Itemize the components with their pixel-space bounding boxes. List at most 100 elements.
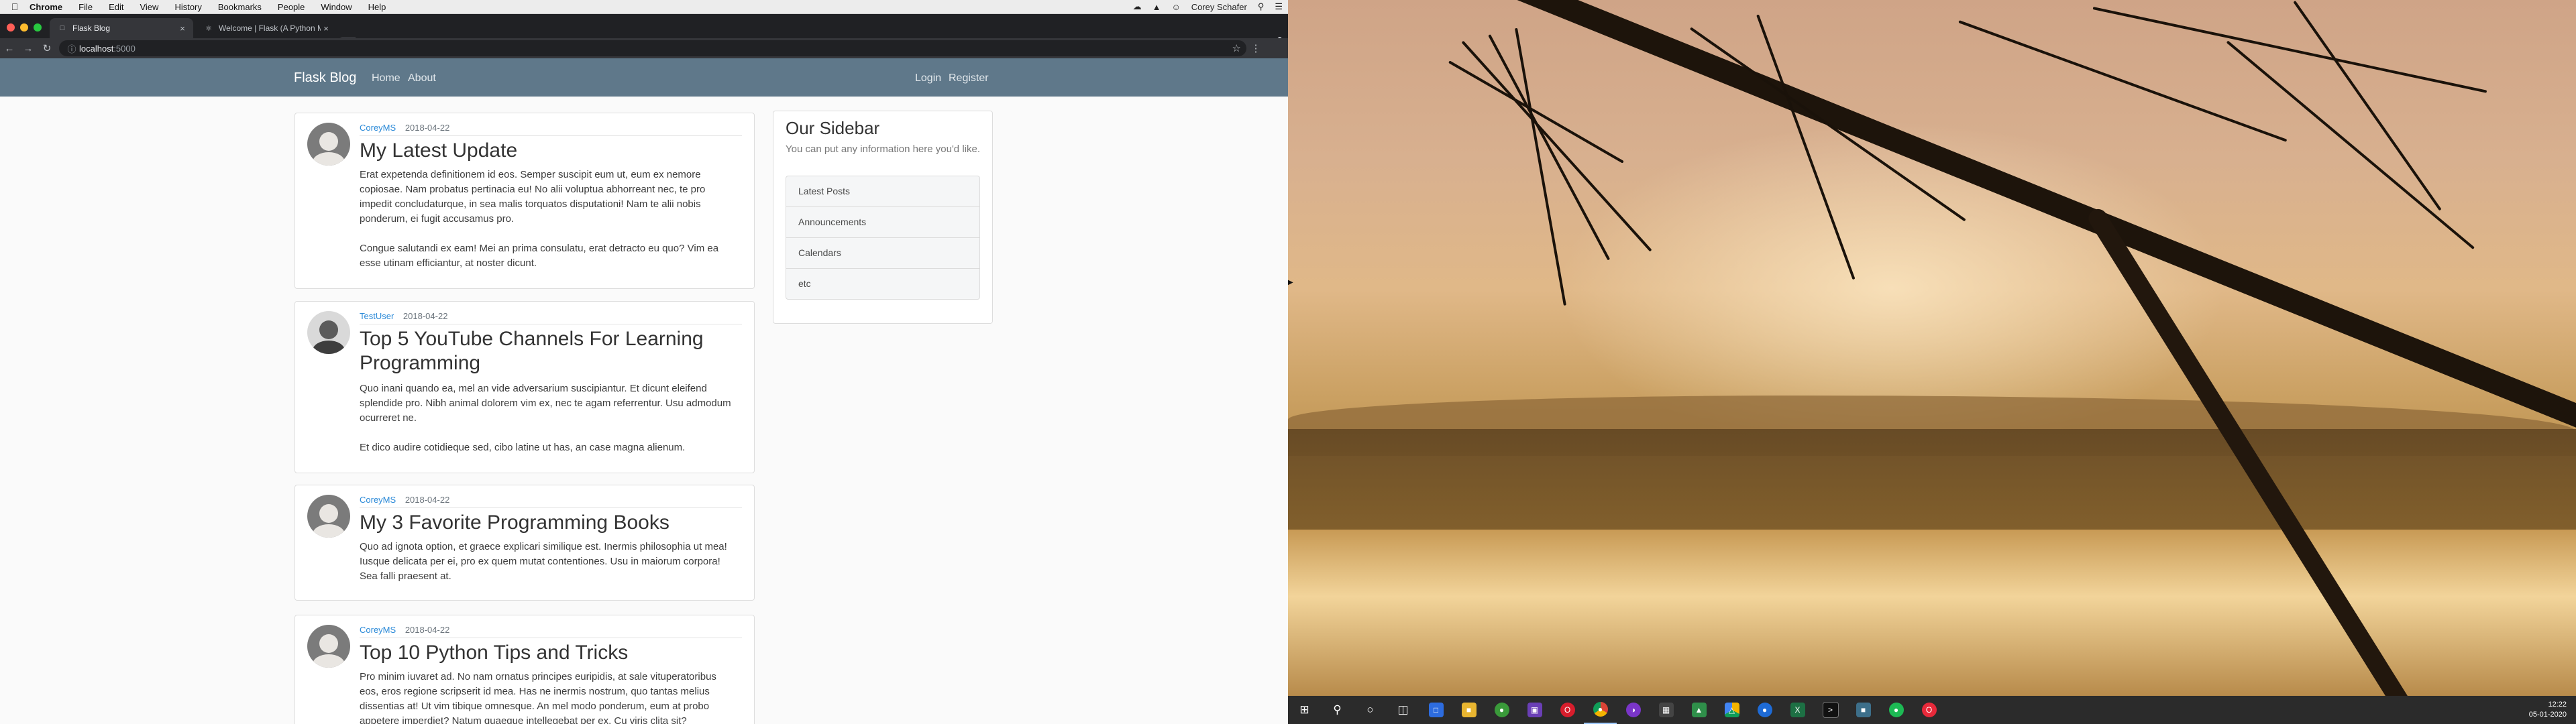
address-port: :5000 — [113, 43, 136, 54]
post-content: Quo ad ignota option, et graece explicar… — [360, 541, 727, 582]
palm-frond — [1461, 40, 1652, 252]
menu-file[interactable]: File — [70, 2, 101, 12]
user-name[interactable]: Corey Schafer — [1186, 2, 1252, 12]
window-close-button[interactable] — [7, 23, 15, 32]
tab-flask-blog[interactable]: □ Flask Blog × — [50, 18, 193, 38]
clock-date: 05-01-2020 — [2528, 711, 2567, 719]
monitor-app-icon[interactable]: □ — [1419, 696, 1452, 724]
menu-view[interactable]: View — [131, 2, 166, 12]
green-box-app-icon[interactable]: ▲ — [1682, 696, 1715, 724]
window-minimize-button[interactable] — [20, 23, 28, 32]
sidebar-list: Latest Posts Announcements Calendars etc — [786, 176, 980, 300]
terminal-icon[interactable]: > — [1814, 696, 1847, 724]
menu-history[interactable]: History — [166, 2, 209, 12]
post-author-link[interactable]: CoreyMS — [360, 495, 396, 505]
browser-tab-strip: □ Flask Blog × ⚛ Welcome | Flask (A Pyth… — [0, 14, 1288, 46]
palm-frond — [2226, 40, 2475, 250]
author-avatar — [307, 123, 350, 166]
purple-circle-app-icon[interactable]: ◑ — [1617, 696, 1650, 724]
post-author-link[interactable]: CoreyMS — [360, 625, 396, 635]
post-date: 2018-04-22 — [405, 123, 450, 133]
spotify-icon[interactable]: ● — [1880, 696, 1913, 724]
blue-app-icon[interactable]: ● — [1748, 696, 1781, 724]
flask-blog-page: Flask Blog Home About Login Register Cor… — [0, 58, 1288, 724]
sidebar-item-latest-posts[interactable]: Latest Posts — [786, 176, 979, 207]
cursor-edge-marker: ▶ — [1288, 279, 1293, 286]
post-title-link[interactable]: My Latest Update — [360, 139, 742, 163]
post-meta: CoreyMS 2018-04-22 — [360, 495, 742, 508]
cortana-icon[interactable]: ○ — [1354, 696, 1387, 724]
sidebar-item-etc[interactable]: etc — [786, 269, 979, 299]
reload-icon[interactable]: ↻ — [38, 42, 56, 54]
windows-taskbar: ⊞ ⚲ ○ ◫ □ ■ ● ▣ O ● ◑ ▦ ▲ △ ● X > ■ ● O … — [1288, 696, 2576, 724]
chrome-menu-icon[interactable]: ⋮ — [1246, 42, 1265, 54]
post-author-link[interactable]: TestUser — [360, 311, 394, 321]
post-title-link[interactable]: Top 5 YouTube Channels For Learning Prog… — [360, 327, 742, 375]
back-icon[interactable]: ← — [0, 43, 19, 54]
cloud-icon[interactable]: ☁ — [1128, 1, 1147, 12]
bookmark-star-icon[interactable]: ☆ — [1232, 42, 1241, 54]
post-content: Pro minim iuvaret ad. No nam ornatus pri… — [360, 671, 716, 724]
opera-icon[interactable]: O — [1551, 696, 1584, 724]
window-zoom-button[interactable] — [34, 23, 42, 32]
mac-menu-bar:  Chrome File Edit View History Bookmark… — [0, 0, 1288, 14]
post-title-link[interactable]: My 3 Favorite Programming Books — [360, 511, 742, 535]
search-icon[interactable]: ⚲ — [1321, 696, 1354, 724]
author-avatar — [307, 495, 350, 538]
tab-close-icon[interactable]: × — [321, 23, 331, 34]
drive-icon[interactable]: △ — [1715, 696, 1748, 724]
site-info-icon[interactable]: ⓘ — [64, 42, 79, 55]
menu-bookmarks[interactable]: Bookmarks — [210, 2, 270, 12]
menu-edit[interactable]: Edit — [101, 2, 131, 12]
nav-login-link[interactable]: Login — [915, 72, 941, 84]
sidebar-item-calendars[interactable]: Calendars — [786, 238, 979, 269]
menu-help[interactable]: Help — [360, 2, 394, 12]
menu-app-name[interactable]: Chrome — [21, 2, 70, 12]
chrome-icon[interactable]: ● — [1584, 696, 1617, 724]
sidebar-card: Our Sidebar You can put any information … — [773, 111, 993, 324]
sidebar-description: You can put any information here you'd l… — [786, 143, 980, 155]
post-title-link[interactable]: Top 10 Python Tips and Tricks — [360, 641, 742, 665]
post-author-link[interactable]: CoreyMS — [360, 123, 396, 133]
forward-icon[interactable]: → — [19, 43, 38, 54]
post-content: Quo inani quando ea, mel an vide adversa… — [360, 383, 731, 453]
network-app-icon[interactable]: ■ — [1847, 696, 1880, 724]
tab-close-icon[interactable]: × — [177, 23, 188, 34]
spotlight-search-icon[interactable]: ⚲ — [1252, 1, 1270, 12]
purple-app-icon[interactable]: ▣ — [1518, 696, 1551, 724]
post-meta: TestUser 2018-04-22 — [360, 311, 742, 324]
nav-home-link[interactable]: Home — [372, 72, 400, 84]
tree-line — [1288, 429, 2576, 536]
file-explorer-icon[interactable]: ■ — [1452, 696, 1485, 724]
opera-gx-icon[interactable]: O — [1913, 696, 1945, 724]
post-meta: CoreyMS 2018-04-22 — [360, 625, 742, 638]
address-bar[interactable]: ⓘ localhost :5000 ☆ — [59, 40, 1246, 56]
post-card: TestUser 2018-04-22 Top 5 YouTube Channe… — [294, 301, 755, 473]
navbar-brand[interactable]: Flask Blog — [294, 70, 356, 86]
dark-app-icon[interactable]: ▦ — [1650, 696, 1682, 724]
menu-window[interactable]: Window — [313, 2, 360, 12]
flask-favicon-icon: ⚛ — [205, 24, 212, 33]
mac-screen:  Chrome File Edit View History Bookmark… — [0, 0, 1288, 724]
post-date: 2018-04-22 — [402, 311, 448, 321]
tab-flask-docs[interactable]: ⚛ Welcome | Flask (A Python Mi × — [196, 18, 337, 38]
tab-title: Welcome | Flask (A Python Mi — [219, 23, 321, 33]
author-avatar — [307, 625, 350, 668]
excel-icon[interactable]: X — [1781, 696, 1814, 724]
site-navbar: Flask Blog Home About Login Register — [0, 58, 1288, 97]
clock-time: 12:22 — [2548, 701, 2567, 709]
post-meta: CoreyMS 2018-04-22 — [360, 123, 742, 136]
windows-start-icon[interactable]: ⊞ — [1288, 696, 1321, 724]
notification-center-icon[interactable]: ☰ — [1269, 1, 1288, 12]
airplay-icon[interactable]: ▲ — [1147, 2, 1167, 12]
system-clock[interactable]: 12:22 05-01-2020 — [2529, 700, 2567, 720]
task-view-icon[interactable]: ◫ — [1387, 696, 1419, 724]
nav-register-link[interactable]: Register — [949, 72, 989, 84]
sidebar-item-announcements[interactable]: Announcements — [786, 207, 979, 238]
green-app-icon[interactable]: ● — [1485, 696, 1518, 724]
apple-icon[interactable]:  — [8, 1, 21, 12]
user-menu-icon[interactable]: ☺ — [1166, 2, 1185, 12]
nav-about-link[interactable]: About — [408, 72, 436, 84]
sidebar-title: Our Sidebar — [786, 118, 880, 138]
menu-people[interactable]: People — [270, 2, 313, 12]
